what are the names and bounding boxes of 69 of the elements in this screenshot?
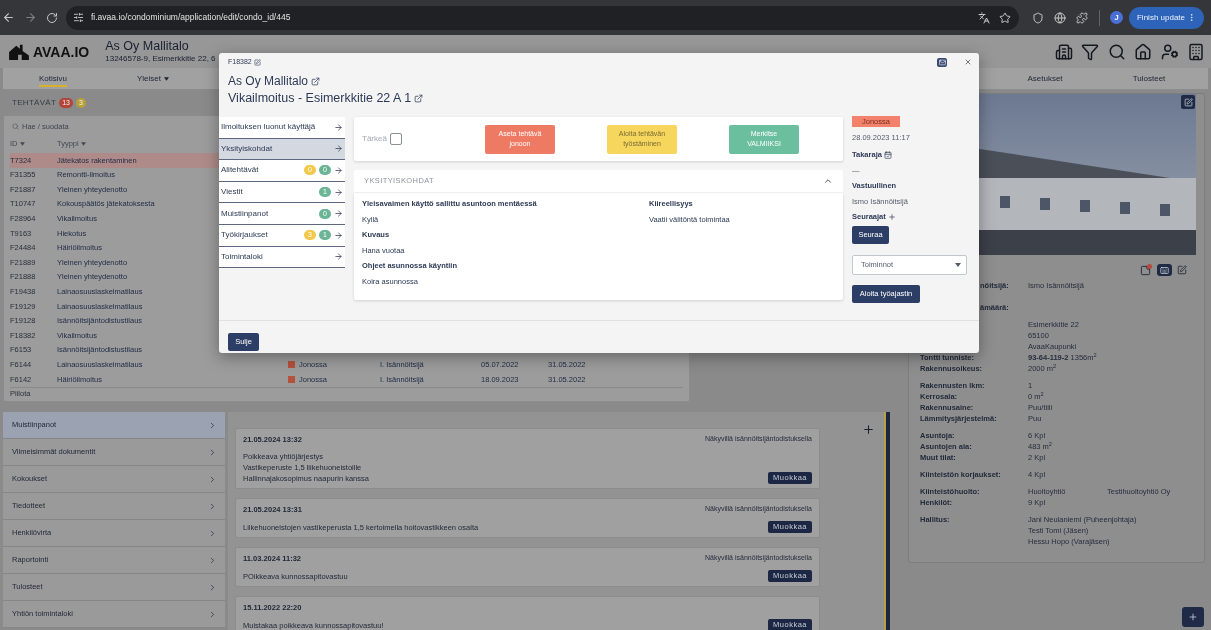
- shield-icon[interactable]: [1032, 11, 1044, 24]
- more-icon: [1187, 13, 1196, 22]
- nav-tab[interactable]: Kotisivu: [39, 72, 67, 87]
- sort-caret-icon: [80, 141, 86, 146]
- dialog-menu-item[interactable]: Toimintaloki: [219, 246, 345, 269]
- logo-text: AVAA.IO: [33, 44, 90, 59]
- dialog-subtitle: Vikailmoitus - Esimerkkitie 22 A 1: [228, 89, 412, 107]
- important-checkbox[interactable]: [389, 133, 402, 145]
- arrow-right-icon: [334, 166, 343, 175]
- nav-tab[interactable]: Asetukset: [1027, 72, 1063, 87]
- keyboard-button[interactable]: [1157, 264, 1172, 276]
- property-subtitle: 13246578-9, Esimerkkitie 22, 6: [105, 55, 216, 64]
- office-building-icon[interactable]: [1054, 42, 1073, 61]
- arrow-right-icon: [334, 230, 343, 240]
- close-icon[interactable]: [964, 58, 972, 66]
- logo-icon: [8, 42, 30, 61]
- mail-icon[interactable]: [937, 57, 947, 67]
- external-link-icon[interactable]: [311, 76, 321, 86]
- important-label: Tärkeä: [362, 133, 387, 145]
- user-settings-icon[interactable]: [1160, 42, 1179, 61]
- back-icon[interactable]: [2, 11, 15, 24]
- arrow-right-icon: [334, 252, 343, 262]
- arrow-right-icon: [334, 187, 343, 197]
- chevron-right-icon: [208, 501, 217, 511]
- dialog-title: As Oy Mallitalo: [228, 73, 309, 90]
- arrow-right-icon: [334, 144, 343, 154]
- sort-caret-icon: [19, 141, 25, 146]
- external-link-icon[interactable]: [414, 93, 424, 103]
- puzzle-icon[interactable]: [1076, 11, 1088, 24]
- chevron-right-icon: [208, 582, 217, 592]
- chevron-right-icon: [208, 555, 217, 565]
- edit-photo-button[interactable]: [1181, 95, 1195, 109]
- calendar-icon[interactable]: [883, 150, 892, 159]
- edit-icon: [1183, 97, 1193, 107]
- add-button[interactable]: [1182, 607, 1204, 627]
- edit-icon[interactable]: [1177, 265, 1187, 275]
- chevron-right-icon: [208, 609, 217, 619]
- nav-tab[interactable]: Tulosteet: [1132, 72, 1166, 87]
- reload-icon[interactable]: [46, 11, 58, 24]
- note-badge-icon[interactable]: [1140, 264, 1152, 276]
- site-settings-icon[interactable]: [73, 12, 84, 23]
- chevron-right-icon: [208, 528, 217, 538]
- translate-icon[interactable]: [978, 11, 990, 24]
- dialog-menu-item[interactable]: Yksityiskohdat: [219, 138, 345, 161]
- keyboard-icon: [1160, 265, 1169, 275]
- finish-update-button[interactable]: Finish update: [1129, 6, 1204, 29]
- dialog-menu-item[interactable]: Ilmoituksen luonut käyttäjä: [219, 117, 345, 139]
- nav-tab[interactable]: Yleiset: [137, 72, 169, 87]
- arrow-right-icon: [334, 209, 343, 219]
- apartment-building-icon[interactable]: [1187, 42, 1205, 61]
- globe-icon[interactable]: [1054, 11, 1066, 24]
- chevron-right-icon: [208, 447, 217, 457]
- add-note-icon[interactable]: [862, 423, 875, 436]
- tasks-heading: TEHTÄVÄT: [12, 97, 57, 109]
- chevron-right-icon: [208, 420, 217, 430]
- bookmark-star-icon[interactable]: [999, 11, 1011, 24]
- funnel-icon[interactable]: [1081, 42, 1099, 61]
- arrow-right-icon: [334, 122, 343, 132]
- dropdown-caret-icon: [955, 263, 961, 267]
- search-icon[interactable]: [1107, 42, 1126, 61]
- property-title: As Oy Mallitalo: [105, 39, 190, 53]
- add-follower-icon[interactable]: [887, 212, 896, 221]
- search-icon: [12, 122, 19, 130]
- plus-icon: [1188, 612, 1198, 622]
- chevron-right-icon: [208, 474, 217, 484]
- address-bar[interactable]: fi.avaa.io/condominium/application/edit/condo_id/445: [66, 5, 1019, 30]
- home-icon[interactable]: [1134, 42, 1152, 61]
- edit-icon[interactable]: [253, 58, 261, 66]
- forward-icon[interactable]: [24, 11, 37, 24]
